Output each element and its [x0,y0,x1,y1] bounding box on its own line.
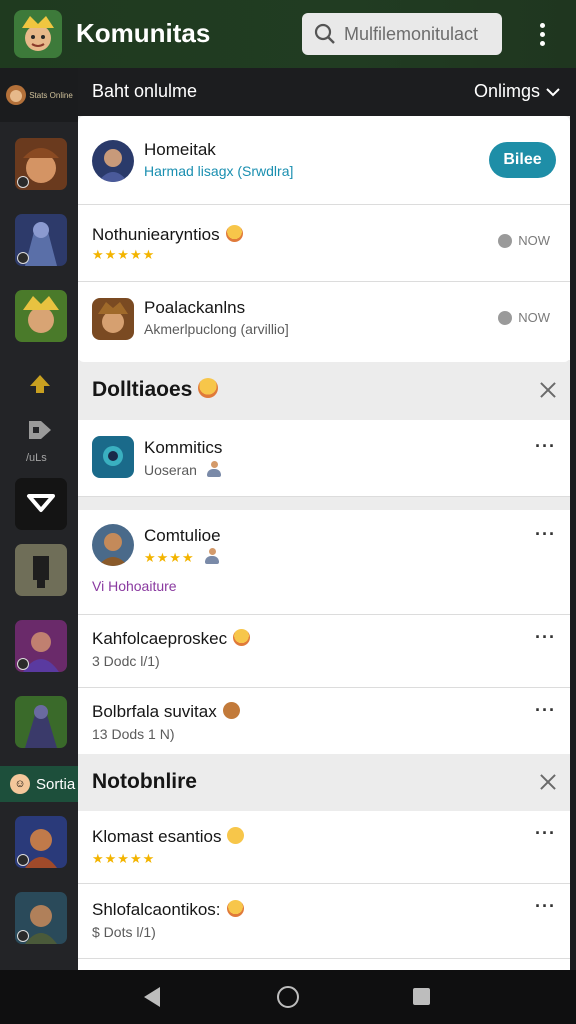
list-item[interactable]: Kahfolcaeproskec 3 Dodc l/1) ··· [78,615,570,687]
star-rating-icon: ★★★★★ [92,851,156,866]
sub-header: Baht onlulme Onlimgs [78,68,576,116]
list-item-title: Poalackanlns [144,298,246,317]
list-item-title: Comtulioe [144,526,221,545]
rail-game-thumb-4[interactable] [15,544,67,596]
rail-header-text: Stats Online [29,90,73,100]
rail-logo-icon [6,85,27,105]
chevron-down-icon [546,87,560,96]
recent-apps-icon[interactable] [413,988,430,1005]
content-panel: Homeitak Harmad lisagx (Srwdlra] Bilee N… [78,116,570,970]
rail-item-active[interactable]: ☺ Sortia [0,766,78,802]
person-icon [206,461,221,477]
tag-icon[interactable] [22,412,58,448]
more-vert-icon[interactable] [532,16,552,52]
left-rail: Stats Online /uLs ☺ Sortia [0,68,78,970]
list-item-title: Bolbrfala suvitax [92,702,217,721]
app-bar: Komunitas Mulfilemonitulact [0,0,576,68]
emoji-icon [225,225,243,242]
rail-game-thumb-2[interactable] [15,214,67,266]
list-item-title: Klomast esantios [92,827,222,846]
home-up-icon[interactable] [22,366,58,402]
home-icon[interactable] [277,986,299,1008]
list-item-subtitle: Akmerlpuclong (arvillio] [144,321,289,337]
emoji-icon [222,702,240,719]
list-item-subtitle: 13 Dods 1 N) [92,726,175,742]
person-icon [204,548,219,564]
search-input[interactable]: Mulfilemonitulact [302,13,502,55]
status-dot-icon [498,233,513,248]
featured-avatar[interactable] [92,140,134,182]
rail-game-thumb-7[interactable] [15,816,67,868]
rail-game-thumb-5[interactable] [15,620,67,672]
search-placeholder: Mulfilemonitulact [344,23,479,44]
list-item[interactable]: Bolbrfala suvitax 13 Dods 1 N) ··· [78,688,570,754]
back-icon[interactable] [144,987,160,1007]
list-item-avatar [92,436,134,478]
list-item-title: Nothuniearyntios [92,225,220,244]
rail-game-thumb-8[interactable] [15,892,67,944]
divider [78,496,570,497]
system-nav-bar [0,970,576,1024]
filter-icon[interactable] [15,478,67,530]
list-item[interactable]: Nothuniearyntios ★★★★★ NOW [78,205,570,281]
list-item-avatar [92,524,134,566]
emoji-icon [226,900,244,917]
list-item-avatar [92,298,134,340]
featured-join-button[interactable]: Bilee [489,142,556,178]
list-item-title: Kahfolcaeproskec [92,629,228,648]
more-horiz-icon[interactable]: ··· [535,524,556,545]
section-header: Dolltiaoes [78,364,570,418]
list-item[interactable]: Kommitics Uoseran ··· [78,420,570,496]
emoji-icon [198,378,219,398]
rail-header[interactable]: Stats Online [0,68,78,122]
list-item-title: Shlofalcaontikos: [92,900,221,919]
featured-title: Homeitak [144,140,216,159]
list-item-tag: Vi Hohoaiture [92,578,177,594]
more-horiz-icon[interactable]: ··· [535,700,556,721]
subheader-right-label: Onlimgs [473,81,540,101]
list-item-subtitle: 3 Dodc l/1) [92,653,160,669]
emoji-icon: ☺ [10,774,30,794]
more-horiz-icon[interactable]: ··· [535,436,556,457]
section-title: Dolltiaoes [92,378,193,401]
star-rating-icon: ★★★★★ [92,247,156,262]
list-item[interactable]: Shlofalcaontikos: $ Dots l/1) ··· [78,884,570,958]
list-item[interactable]: Comtulioe ★★★★ Vi Hohoaiture ··· [78,510,570,614]
app-logo-icon[interactable] [14,10,62,58]
rail-active-label: Sortia [36,775,76,793]
featured-subtitle: Harmad lisagx (Srwdlra] [144,163,294,179]
rail-caption: /uLs [26,452,47,464]
subheader-left[interactable]: Baht onlulme [92,81,197,102]
rail-game-thumb-6[interactable] [15,696,67,748]
more-horiz-icon[interactable]: ··· [535,896,556,917]
app-title: Komunitas [76,18,211,48]
section-header: Notobnlire [78,756,570,810]
status-label: NOW [518,233,550,248]
subheader-dropdown[interactable]: Onlimgs [474,81,560,102]
featured-card: Homeitak Harmad lisagx (Srwdlra] Bilee N… [78,116,570,362]
list-item-title: Kommitics [144,438,223,457]
screen: Komunitas Mulfilemonitulact Stats Online [0,0,576,1024]
list-item-subtitle: $ Dots l/1) [92,924,156,940]
more-horiz-icon[interactable]: ··· [535,823,556,844]
close-icon[interactable] [538,376,558,404]
list-item[interactable]: Poalackanlns Akmerlpuclong (arvillio] NO… [78,282,570,360]
emoji-icon [227,827,245,844]
search-icon [314,23,335,44]
list-item[interactable]: Klomast esantios ★★★★★ ··· [78,811,570,883]
rail-game-thumb-1[interactable] [15,138,67,190]
section-title: Notobnlire [92,770,197,793]
status-label: NOW [518,310,550,325]
more-horiz-icon[interactable]: ··· [535,627,556,648]
rail-game-thumb-3[interactable] [15,290,67,342]
close-icon[interactable] [538,768,558,796]
list-item-subtitle: Uoseran [144,462,197,478]
list-item[interactable] [78,959,570,970]
star-rating-icon: ★★★★ [144,550,195,565]
status-dot-icon [498,310,513,325]
emoji-icon [233,629,251,646]
